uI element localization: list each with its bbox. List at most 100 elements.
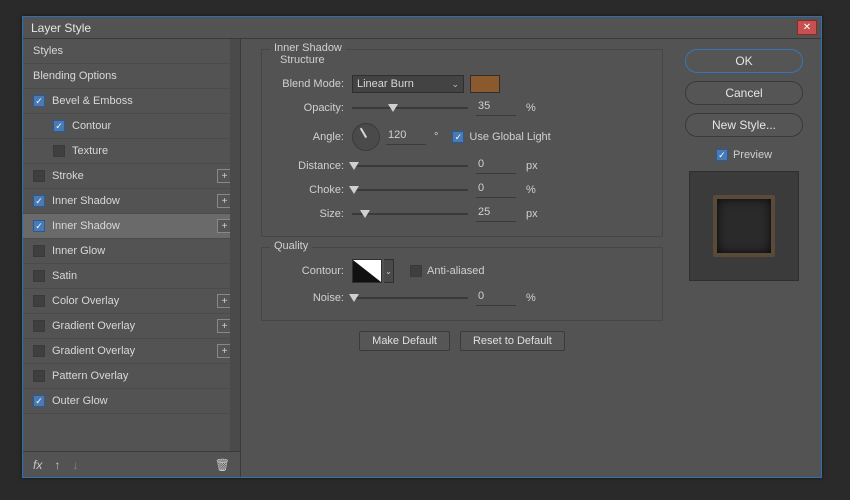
size-value[interactable]: 25 [476, 206, 516, 222]
arrow-up-icon[interactable]: ↑ [54, 458, 60, 472]
dialog-title: Layer Style [31, 21, 91, 35]
make-default-button[interactable]: Make Default [359, 331, 450, 351]
checkbox-icon[interactable]: ✓ [53, 120, 65, 132]
sidebar-item-label: Contour [72, 120, 111, 132]
checkbox-icon[interactable] [33, 295, 45, 307]
opacity-row: Opacity: 35 % [274, 96, 650, 120]
sidebar-blending-label: Blending Options [33, 70, 117, 82]
sidebar-item-label: Satin [52, 270, 77, 282]
noise-label: Noise: [274, 292, 352, 304]
close-button[interactable]: ✕ [797, 20, 817, 35]
ok-button[interactable]: OK [685, 49, 803, 73]
angle-value[interactable]: 120 [386, 129, 426, 145]
settings-panel: Inner Shadow Structure Blend Mode: Linea… [241, 39, 675, 477]
opacity-unit: % [526, 102, 536, 114]
titlebar: Layer Style ✕ [23, 17, 821, 39]
sidebar-item-label: Color Overlay [52, 295, 119, 307]
structure-title: Structure [280, 54, 650, 66]
checkbox-icon[interactable] [33, 345, 45, 357]
size-row: Size: 25 px [274, 202, 650, 226]
checkbox-icon[interactable] [33, 370, 45, 382]
checkbox-icon[interactable] [33, 270, 45, 282]
sidebar-scrollbar[interactable] [230, 39, 240, 451]
choke-unit: % [526, 184, 536, 196]
sidebar-item-satin-7[interactable]: Satin [23, 264, 240, 289]
sidebar-blending-options[interactable]: Blending Options [23, 64, 240, 89]
checkbox-icon[interactable]: ✓ [33, 195, 45, 207]
angle-dial[interactable] [352, 123, 380, 151]
shadow-color-swatch[interactable] [470, 75, 500, 93]
checkbox-icon: ✓ [716, 149, 728, 161]
sidebar-item-texture-2[interactable]: Texture [23, 139, 240, 164]
reset-default-button[interactable]: Reset to Default [460, 331, 565, 351]
sidebar-header-styles[interactable]: Styles [23, 39, 240, 64]
size-slider[interactable] [352, 207, 468, 221]
angle-row: Angle: 120 ° ✓ Use Global Light [274, 120, 650, 154]
sidebar-item-bevel-emboss-0[interactable]: ✓Bevel & Emboss [23, 89, 240, 114]
checkbox-icon[interactable] [33, 320, 45, 332]
preview-checkbox[interactable]: ✓ Preview [716, 149, 772, 161]
sidebar-item-label: Gradient Overlay [52, 320, 135, 332]
sidebar-item-label: Inner Shadow [52, 195, 120, 207]
noise-unit: % [526, 292, 536, 304]
sidebar-header-label: Styles [33, 45, 63, 57]
fx-menu-icon[interactable]: fx [33, 458, 42, 472]
sidebar-item-contour-1[interactable]: ✓ Contour [23, 114, 240, 139]
contour-label: Contour: [274, 265, 352, 277]
new-style-button[interactable]: New Style... [685, 113, 803, 137]
trash-icon[interactable]: 🗑 [215, 458, 230, 472]
noise-value[interactable]: 0 [476, 290, 516, 306]
opacity-slider[interactable] [352, 101, 468, 115]
sidebar-item-gradient-overlay-10[interactable]: Gradient Overlay+ [23, 339, 240, 364]
sidebar-item-outer-glow-12[interactable]: ✓Outer Glow [23, 389, 240, 414]
preview-swatch [713, 195, 775, 257]
layer-style-dialog: Layer Style ✕ Styles Blending Options ✓B… [22, 16, 822, 478]
sidebar-item-gradient-overlay-9[interactable]: Gradient Overlay+ [23, 314, 240, 339]
distance-row: Distance: 0 px [274, 154, 650, 178]
sidebar-item-pattern-overlay-11[interactable]: Pattern Overlay [23, 364, 240, 389]
sidebar-item-inner-shadow-4[interactable]: ✓Inner Shadow+ [23, 189, 240, 214]
cancel-button[interactable]: Cancel [685, 81, 803, 105]
checkbox-icon[interactable]: ✓ [33, 395, 45, 407]
choke-value[interactable]: 0 [476, 182, 516, 198]
antialiased-checkbox[interactable]: Anti-aliased [410, 265, 484, 277]
angle-unit: ° [434, 131, 438, 143]
sidebar-item-inner-shadow-5[interactable]: ✓Inner Shadow+ [23, 214, 240, 239]
blend-mode-row: Blend Mode: Linear Burn ⌄ [274, 72, 650, 96]
checkbox-icon[interactable]: ✓ [33, 220, 45, 232]
sidebar-item-color-overlay-8[interactable]: Color Overlay+ [23, 289, 240, 314]
blend-mode-label: Blend Mode: [274, 78, 352, 90]
sidebar-item-stroke-3[interactable]: Stroke+ [23, 164, 240, 189]
noise-slider[interactable] [352, 291, 468, 305]
panel-title: Inner Shadow [270, 42, 346, 54]
checkbox-icon [410, 265, 422, 277]
preview-label: Preview [733, 149, 772, 161]
distance-value[interactable]: 0 [476, 158, 516, 174]
sidebar-item-label: Inner Glow [52, 245, 105, 257]
noise-row: Noise: 0 % [274, 286, 650, 310]
checkbox-icon[interactable]: ✓ [33, 95, 45, 107]
distance-unit: px [526, 160, 538, 172]
contour-chevron-icon[interactable]: ⌄ [384, 259, 394, 283]
structure-fieldset: Inner Shadow Structure Blend Mode: Linea… [261, 49, 663, 237]
checkbox-icon[interactable] [33, 170, 45, 182]
contour-picker[interactable] [352, 259, 382, 283]
styles-list: Styles Blending Options ✓Bevel & Emboss✓… [23, 39, 240, 451]
sidebar-item-label: Inner Shadow [52, 220, 120, 232]
arrow-down-icon[interactable]: ↓ [72, 458, 78, 472]
opacity-value[interactable]: 35 [476, 100, 516, 116]
global-light-checkbox[interactable]: ✓ Use Global Light [452, 131, 550, 143]
checkbox-icon[interactable] [53, 145, 65, 157]
choke-label: Choke: [274, 184, 352, 196]
distance-slider[interactable] [352, 159, 468, 173]
opacity-label: Opacity: [274, 102, 352, 114]
close-icon: ✕ [803, 22, 811, 33]
quality-title: Quality [270, 240, 312, 252]
sidebar-item-inner-glow-6[interactable]: Inner Glow [23, 239, 240, 264]
choke-slider[interactable] [352, 183, 468, 197]
size-label: Size: [274, 208, 352, 220]
checkbox-icon[interactable] [33, 245, 45, 257]
sidebar-item-label: Pattern Overlay [52, 370, 128, 382]
blend-mode-select[interactable]: Linear Burn ⌄ [352, 75, 464, 93]
choke-row: Choke: 0 % [274, 178, 650, 202]
